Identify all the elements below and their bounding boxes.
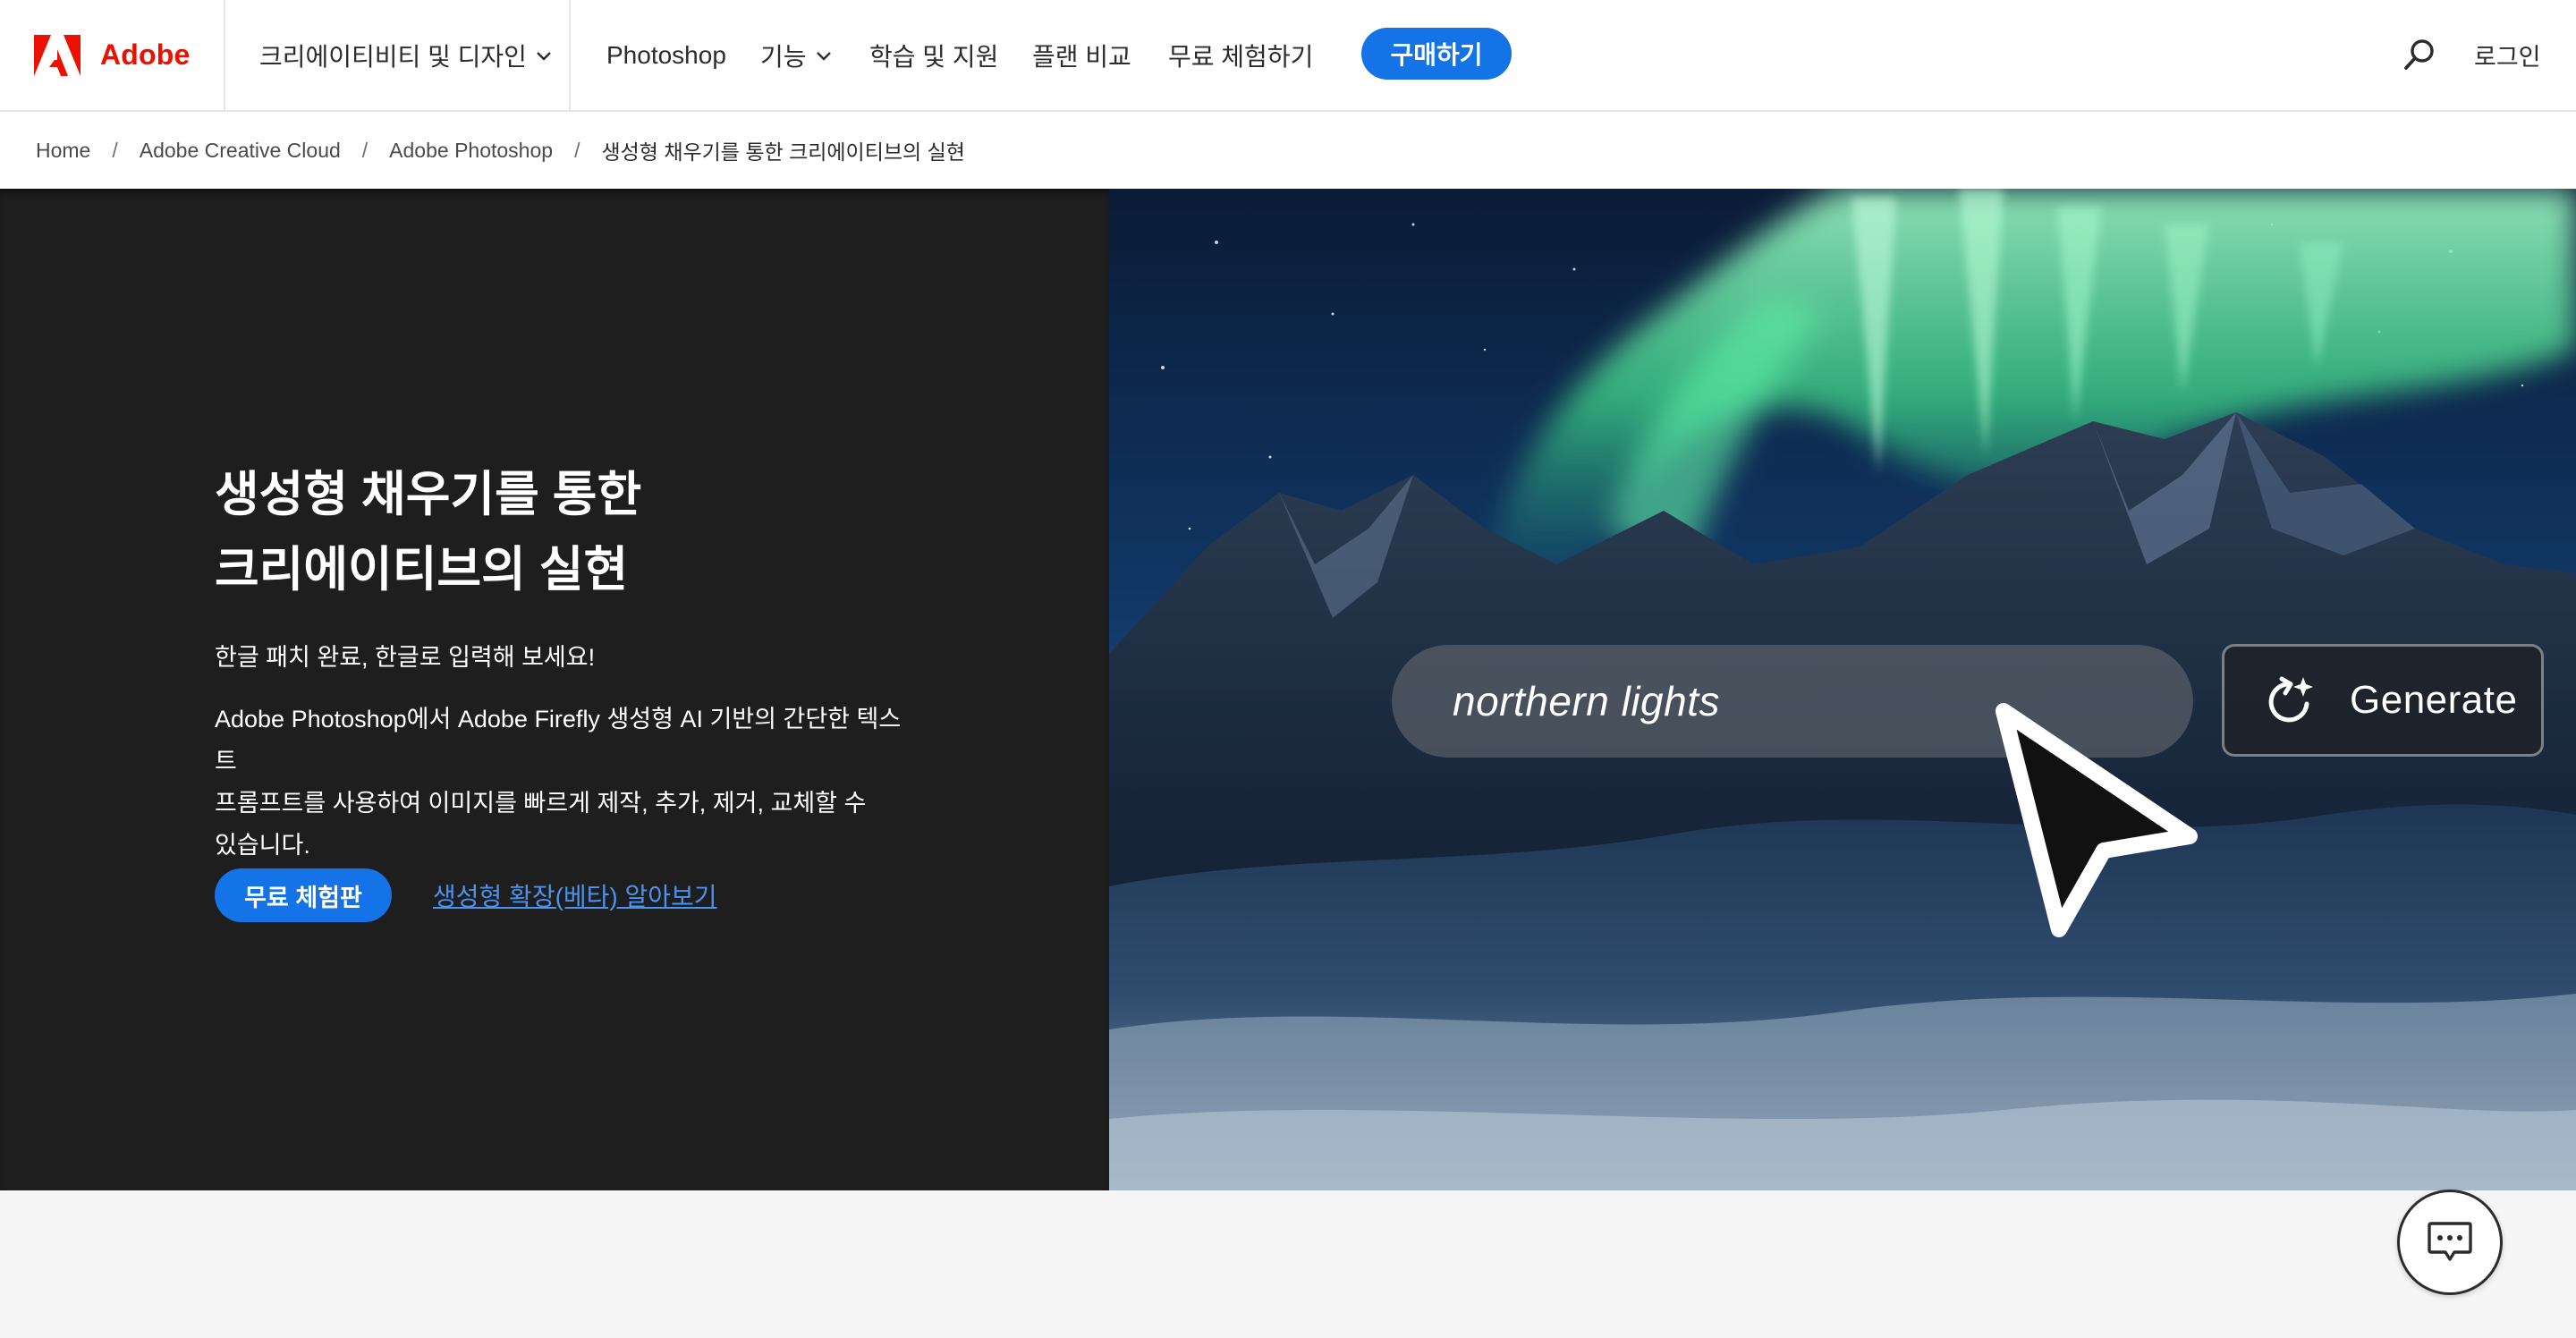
hero-media: northern lights Generate (1109, 189, 2576, 1190)
hero-description-line-3: 있습니다. (215, 832, 310, 859)
generate-button-graphic: Generate (2222, 644, 2544, 757)
nav-category-label: 크리에이티비티 및 디자인 (259, 42, 527, 71)
hero-text-panel: 생성형 채우기를 통한 크리에이티브의 실현 한글 패치 완료, 한글로 입력해… (0, 189, 1109, 1190)
generate-label: Generate (2350, 678, 2518, 722)
breadcrumb-separator: / (361, 138, 369, 162)
chat-icon (2428, 1222, 2472, 1261)
nav-learn-label: 학습 및 지원 (869, 42, 999, 71)
nav-features-label: 기능 (760, 42, 807, 71)
breadcrumb-separator: / (112, 138, 118, 162)
nav-divider (569, 0, 571, 110)
below-hero-area (0, 1190, 2576, 1338)
breadcrumb-photoshop[interactable]: Adobe Photoshop (389, 139, 553, 163)
chevron-down-icon (537, 51, 551, 61)
global-nav: Adobe 크리에이티비티 및 디자인 Photoshop 기능 학습 및 지원… (0, 0, 2576, 112)
nav-features-dropdown[interactable]: 기능 (760, 0, 832, 110)
adobe-wordmark: Adobe (100, 38, 191, 71)
nav-compare-plans[interactable]: 플랜 비교 (1032, 0, 1131, 110)
nav-divider (224, 0, 225, 110)
chat-button[interactable] (2397, 1190, 2503, 1295)
breadcrumb: Home / Adobe Creative Cloud / Adobe Phot… (36, 112, 965, 189)
hero-subtitle: 한글 패치 완료, 한글로 입력해 보세요! (215, 644, 596, 671)
nav-learn-support[interactable]: 학습 및 지원 (869, 0, 998, 110)
cursor-arrow-icon (1996, 703, 2198, 937)
nav-photoshop[interactable]: Photoshop (606, 0, 726, 110)
breadcrumb-current-page: 생성형 채우기를 통한 크리에이티브의 실현 (601, 140, 965, 164)
nav-category-dropdown[interactable]: 크리에이티비티 및 디자인 (259, 0, 552, 110)
hero-description-line-2: 프롬프트를 사용하여 이미지를 빠르게 제작, 추가, 제거, 교체할 수 (215, 790, 867, 817)
nav-plans-label: 플랜 비교 (1032, 42, 1131, 71)
nav-free-trial[interactable]: 무료 체험하기 (1168, 0, 1313, 110)
adobe-logo-link[interactable]: Adobe (34, 0, 191, 110)
search-button[interactable] (2397, 32, 2442, 77)
adobe-logo-icon (34, 34, 80, 76)
hero-description-line-1: Adobe Photoshop에서 Adobe Firefly 생성형 AI 기… (215, 706, 902, 775)
hero-title: 생성형 채우기를 통한 크리에이티브의 실현 (215, 457, 1020, 607)
breadcrumb-separator: / (574, 138, 580, 162)
breadcrumb-home[interactable]: Home (36, 139, 90, 163)
search-icon (2404, 39, 2434, 70)
buy-button[interactable]: 구매하기 (1361, 28, 1512, 80)
login-link[interactable]: 로그인 (2474, 0, 2541, 110)
breadcrumb-creative-cloud[interactable]: Adobe Creative Cloud (140, 139, 341, 163)
hero-section: 생성형 채우기를 통한 크리에이티브의 실현 한글 패치 완료, 한글로 입력해… (0, 189, 2576, 1190)
nav-photoshop-label: Photoshop (606, 40, 726, 69)
chevron-down-icon (816, 51, 831, 61)
generate-sparkle-icon (2268, 676, 2313, 723)
prompt-text: northern lights (1453, 678, 1720, 724)
nav-free-trial-label: 무료 체험하기 (1168, 42, 1314, 71)
hero-title-line-1: 생성형 채우기를 통한 (215, 468, 642, 521)
hero-title-line-2: 크리에이티브의 실현 (215, 543, 629, 597)
generative-expand-link[interactable]: 생성형 확장(베타) 알아보기 (433, 868, 717, 922)
free-trial-button[interactable]: 무료 체험판 (215, 868, 392, 922)
hero-description: Adobe Photoshop에서 Adobe Firefly 생성형 AI 기… (215, 699, 912, 867)
